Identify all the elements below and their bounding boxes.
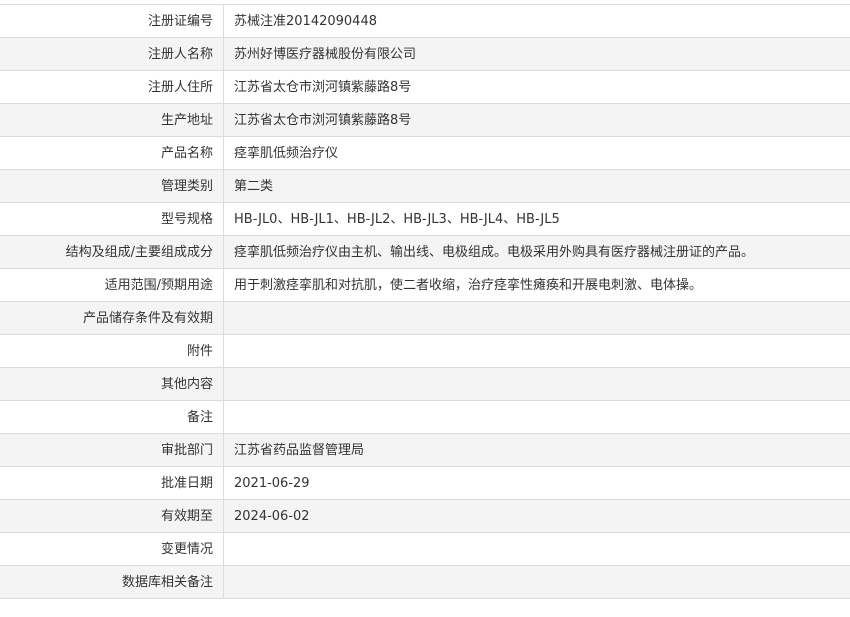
row-attachments: 附件 — [0, 335, 850, 368]
remarks-label: 备注 — [0, 401, 224, 433]
registrant-address-label: 注册人住所 — [0, 71, 224, 103]
product-name-label: 产品名称 — [0, 137, 224, 169]
row-valid-until: 有效期至 2024-06-02 — [0, 500, 850, 533]
row-approval-date: 批准日期 2021-06-29 — [0, 467, 850, 500]
management-category-value: 第二类 — [234, 179, 274, 194]
approval-department-value: 江苏省药品监督管理局 — [234, 443, 365, 458]
registration-number-value: 苏械注准20142090448 — [234, 14, 377, 29]
change-status-label: 变更情况 — [0, 533, 224, 565]
registration-record-table: 注册证编号 苏械注准20142090448 注册人名称 苏州好博医疗器械股份有限… — [0, 4, 850, 599]
other-content-value — [224, 368, 850, 400]
production-address-value: 江苏省太仓市浏河镇紫藤路8号 — [234, 113, 412, 128]
management-category-label: 管理类别 — [0, 170, 224, 202]
row-approval-department: 审批部门 江苏省药品监督管理局 — [0, 434, 850, 467]
registrant-name-label: 注册人名称 — [0, 38, 224, 70]
registration-number-label: 注册证编号 — [0, 5, 224, 37]
intended-use-label: 适用范围/预期用途 — [0, 269, 224, 301]
change-status-value — [224, 533, 850, 565]
structure-composition-label: 结构及组成/主要组成成分 — [0, 236, 224, 268]
product-name-value: 痉挛肌低频治疗仪 — [234, 146, 339, 161]
row-registrant-address: 注册人住所 江苏省太仓市浏河镇紫藤路8号 — [0, 71, 850, 104]
row-intended-use: 适用范围/预期用途 用于刺激痉挛肌和对抗肌，使二者收缩，治疗痉挛性瘫痪和开展电刺… — [0, 269, 850, 302]
row-production-address: 生产地址 江苏省太仓市浏河镇紫藤路8号 — [0, 104, 850, 137]
registrant-name-value: 苏州好博医疗器械股份有限公司 — [234, 47, 417, 62]
approval-department-label: 审批部门 — [0, 434, 224, 466]
model-spec-label: 型号规格 — [0, 203, 224, 235]
row-management-category: 管理类别 第二类 — [0, 170, 850, 203]
remarks-value — [224, 401, 850, 433]
row-storage-conditions: 产品储存条件及有效期 — [0, 302, 850, 335]
storage-conditions-label: 产品储存条件及有效期 — [0, 302, 224, 334]
approval-date-value: 2021-06-29 — [234, 476, 310, 491]
database-remarks-value — [224, 566, 850, 598]
model-spec-value: HB-JL0、HB-JL1、HB-JL2、HB-JL3、HB-JL4、HB-JL… — [234, 212, 560, 227]
row-registration-number: 注册证编号 苏械注准20142090448 — [0, 5, 850, 38]
approval-date-label: 批准日期 — [0, 467, 224, 499]
row-model-spec: 型号规格 HB-JL0、HB-JL1、HB-JL2、HB-JL3、HB-JL4、… — [0, 203, 850, 236]
row-remarks: 备注 — [0, 401, 850, 434]
structure-composition-value: 痉挛肌低频治疗仪由主机、输出线、电极组成。电极采用外购具有医疗器械注册证的产品。 — [234, 245, 755, 260]
valid-until-label: 有效期至 — [0, 500, 224, 532]
intended-use-value: 用于刺激痉挛肌和对抗肌，使二者收缩，治疗痉挛性瘫痪和开展电刺激、电体操。 — [234, 278, 703, 293]
database-remarks-label: 数据库相关备注 — [0, 566, 224, 598]
row-structure-composition: 结构及组成/主要组成成分 痉挛肌低频治疗仪由主机、输出线、电极组成。电极采用外购… — [0, 236, 850, 269]
row-change-status: 变更情况 — [0, 533, 850, 566]
attachments-label: 附件 — [0, 335, 224, 367]
valid-until-value: 2024-06-02 — [234, 509, 310, 524]
row-database-remarks: 数据库相关备注 — [0, 566, 850, 599]
other-content-label: 其他内容 — [0, 368, 224, 400]
row-product-name: 产品名称 痉挛肌低频治疗仪 — [0, 137, 850, 170]
attachments-value — [224, 335, 850, 367]
row-registrant-name: 注册人名称 苏州好博医疗器械股份有限公司 — [0, 38, 850, 71]
registrant-address-value: 江苏省太仓市浏河镇紫藤路8号 — [234, 80, 412, 95]
production-address-label: 生产地址 — [0, 104, 224, 136]
storage-conditions-value — [224, 302, 850, 334]
row-other-content: 其他内容 — [0, 368, 850, 401]
